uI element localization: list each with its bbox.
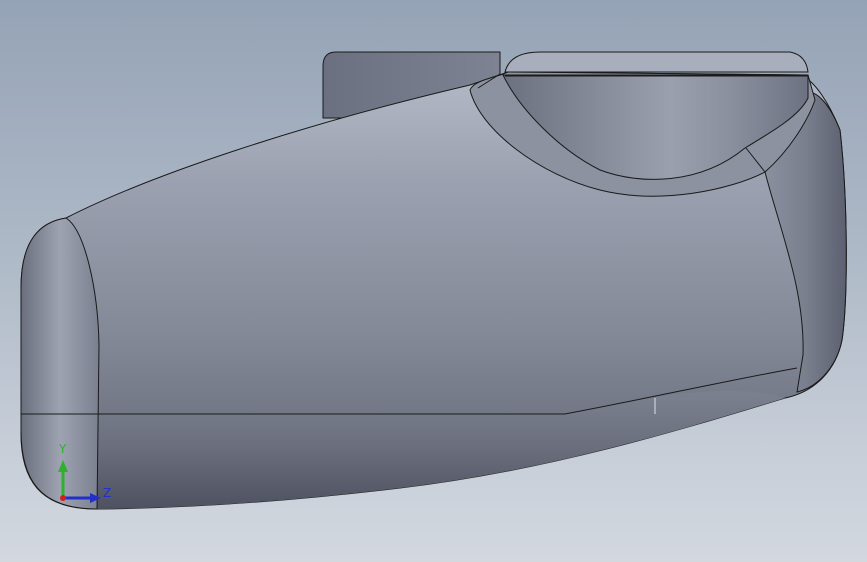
axis-z-label: Z [103, 486, 112, 500]
z-axis-arrowhead [90, 493, 101, 503]
y-axis-arrowhead [58, 460, 68, 472]
cad-graphics-viewport[interactable]: Y Z [0, 0, 867, 562]
triad-arrows [58, 460, 101, 503]
x-axis-dot [60, 495, 66, 501]
axis-y-label: Y [59, 442, 67, 456]
